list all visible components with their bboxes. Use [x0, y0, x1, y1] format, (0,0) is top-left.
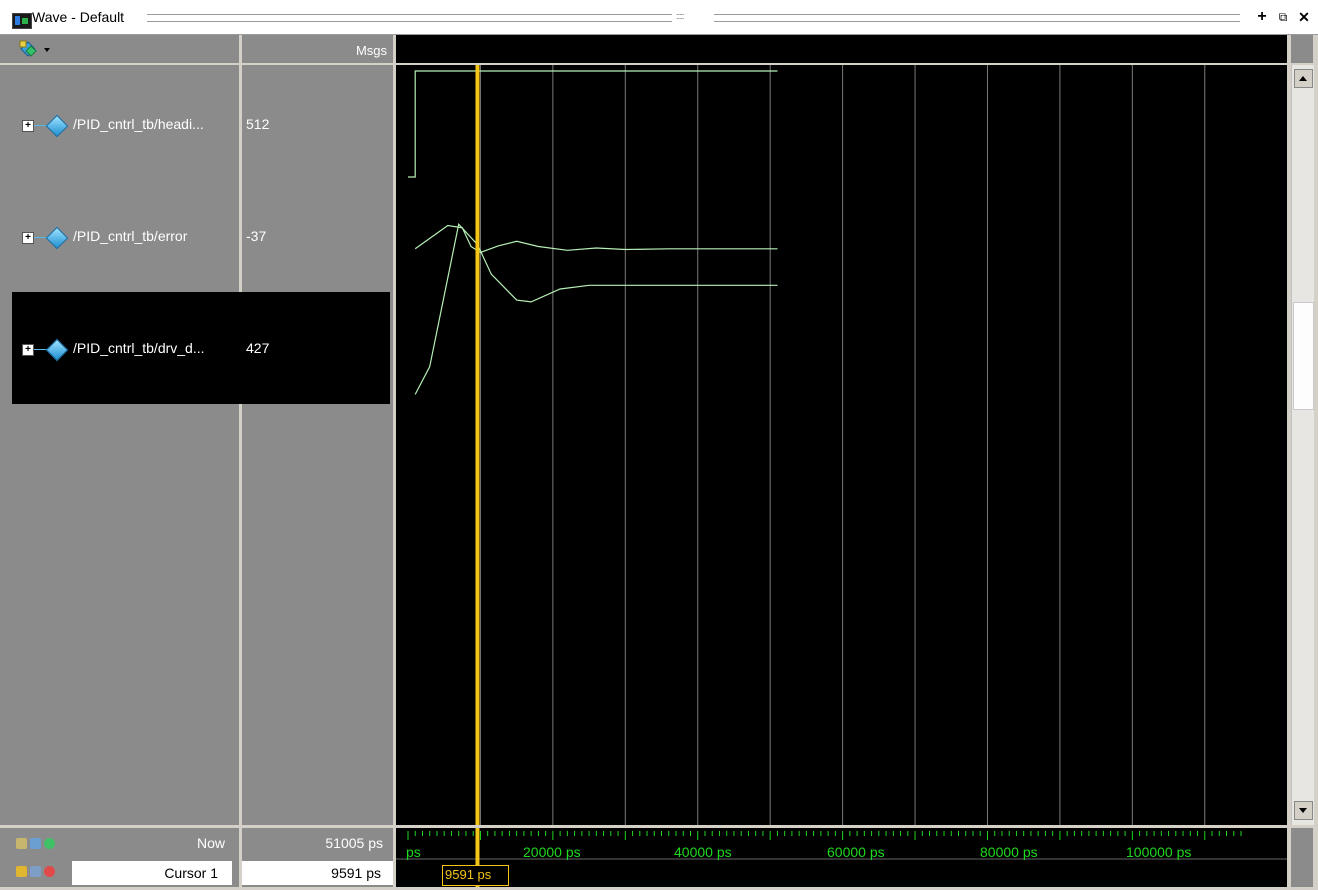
signal-value-error: -37: [246, 228, 267, 244]
footer-values-pane: 51005 ps 9591 ps: [242, 828, 393, 887]
edit-cursor-icon[interactable]: [30, 866, 41, 877]
window-title: Wave - Default: [32, 9, 125, 25]
signal-row-error[interactable]: + /PID_cntrl_tb/error: [0, 180, 239, 292]
cursor-value: 9591 ps: [331, 865, 381, 881]
undock-button[interactable]: ⧉: [1274, 8, 1292, 26]
tools-dropdown-icon[interactable]: [44, 48, 50, 52]
wave-window-icon: [12, 13, 32, 29]
signal-value-drv: 427: [246, 340, 270, 356]
scrollbar-header-spacer: [1291, 35, 1313, 63]
delete-cursor-icon[interactable]: [44, 866, 55, 877]
expand-icon[interactable]: +: [22, 232, 34, 244]
waveform-plot[interactable]: [396, 65, 1287, 825]
scroll-thumb[interactable]: [1293, 302, 1314, 410]
msgs-column-header[interactable]: Msgs: [242, 35, 393, 63]
footer-names-pane: Now Cursor 1: [0, 828, 239, 887]
signal-row-drv[interactable]: + /PID_cntrl_tb/drv_d...: [0, 292, 239, 404]
cursor-time-tag[interactable]: 9591 ps: [442, 865, 509, 886]
timeline-label: 100000 ps: [1126, 844, 1192, 860]
timeline-label: 20000 ps: [523, 844, 581, 860]
signal-values-pane[interactable]: [242, 65, 393, 825]
footer-scroll-spacer: [1291, 828, 1313, 887]
wave-header-strip: [396, 35, 1287, 63]
waveform-1[interactable]: [414, 224, 778, 254]
wave-canvas[interactable]: [396, 65, 1287, 825]
window-titlebar[interactable]: Wave - Default ::::: + ⧉ ✕: [0, 0, 1318, 35]
now-value: 51005 ps: [325, 835, 383, 851]
signal-name: /PID_cntrl_tb/headi...: [73, 116, 204, 132]
drag-grip-dots[interactable]: :::::: [676, 11, 684, 21]
signal-name: /PID_cntrl_tb/drv_d...: [73, 340, 205, 356]
msgs-header-label: Msgs: [355, 43, 387, 58]
signal-row-heading[interactable]: + /PID_cntrl_tb/headi...: [0, 68, 239, 180]
expand-icon[interactable]: +: [22, 344, 34, 356]
lock-icon[interactable]: [16, 866, 27, 877]
wave-tools-icon[interactable]: [18, 40, 40, 58]
signal-diamond-icon: [45, 338, 69, 362]
add-cursor-icon[interactable]: [44, 838, 55, 849]
waveform-2[interactable]: [414, 223, 778, 395]
cursor-value-field[interactable]: 9591 ps: [242, 861, 393, 885]
signal-diamond-icon: [45, 114, 69, 138]
signal-diamond-icon: [45, 226, 69, 250]
cursor-time-tag-label: 9591 ps: [445, 867, 492, 882]
scroll-up-button[interactable]: [1294, 69, 1313, 88]
drag-grip-right[interactable]: [714, 14, 1240, 22]
close-window-button[interactable]: ✕: [1295, 8, 1313, 26]
timeline-start-label: ps: [406, 844, 421, 860]
signal-name: /PID_cntrl_tb/error: [73, 228, 188, 244]
cursor-name-field[interactable]: Cursor 1: [72, 861, 232, 885]
timeline-label: 60000 ps: [827, 844, 885, 860]
scroll-down-button[interactable]: [1294, 801, 1313, 820]
signal-value-heading: 512: [246, 116, 270, 132]
vertical-scrollbar[interactable]: [1291, 65, 1314, 825]
add-pane-button[interactable]: +: [1253, 8, 1271, 26]
expand-icon[interactable]: +: [22, 120, 34, 132]
window-icon[interactable]: [30, 838, 41, 849]
waveform-0[interactable]: [408, 70, 778, 178]
cursor-name: Cursor 1: [164, 865, 218, 881]
add-wave-icon[interactable]: [16, 838, 27, 849]
timeline-ruler[interactable]: ps 20000 ps 40000 ps 60000 ps 80000 ps 1…: [396, 828, 1287, 887]
timeline-label: 80000 ps: [980, 844, 1038, 860]
now-label: Now: [196, 835, 225, 851]
names-column-header: [0, 35, 239, 63]
timeline-label: 40000 ps: [674, 844, 732, 860]
drag-grip-left[interactable]: [147, 14, 672, 22]
